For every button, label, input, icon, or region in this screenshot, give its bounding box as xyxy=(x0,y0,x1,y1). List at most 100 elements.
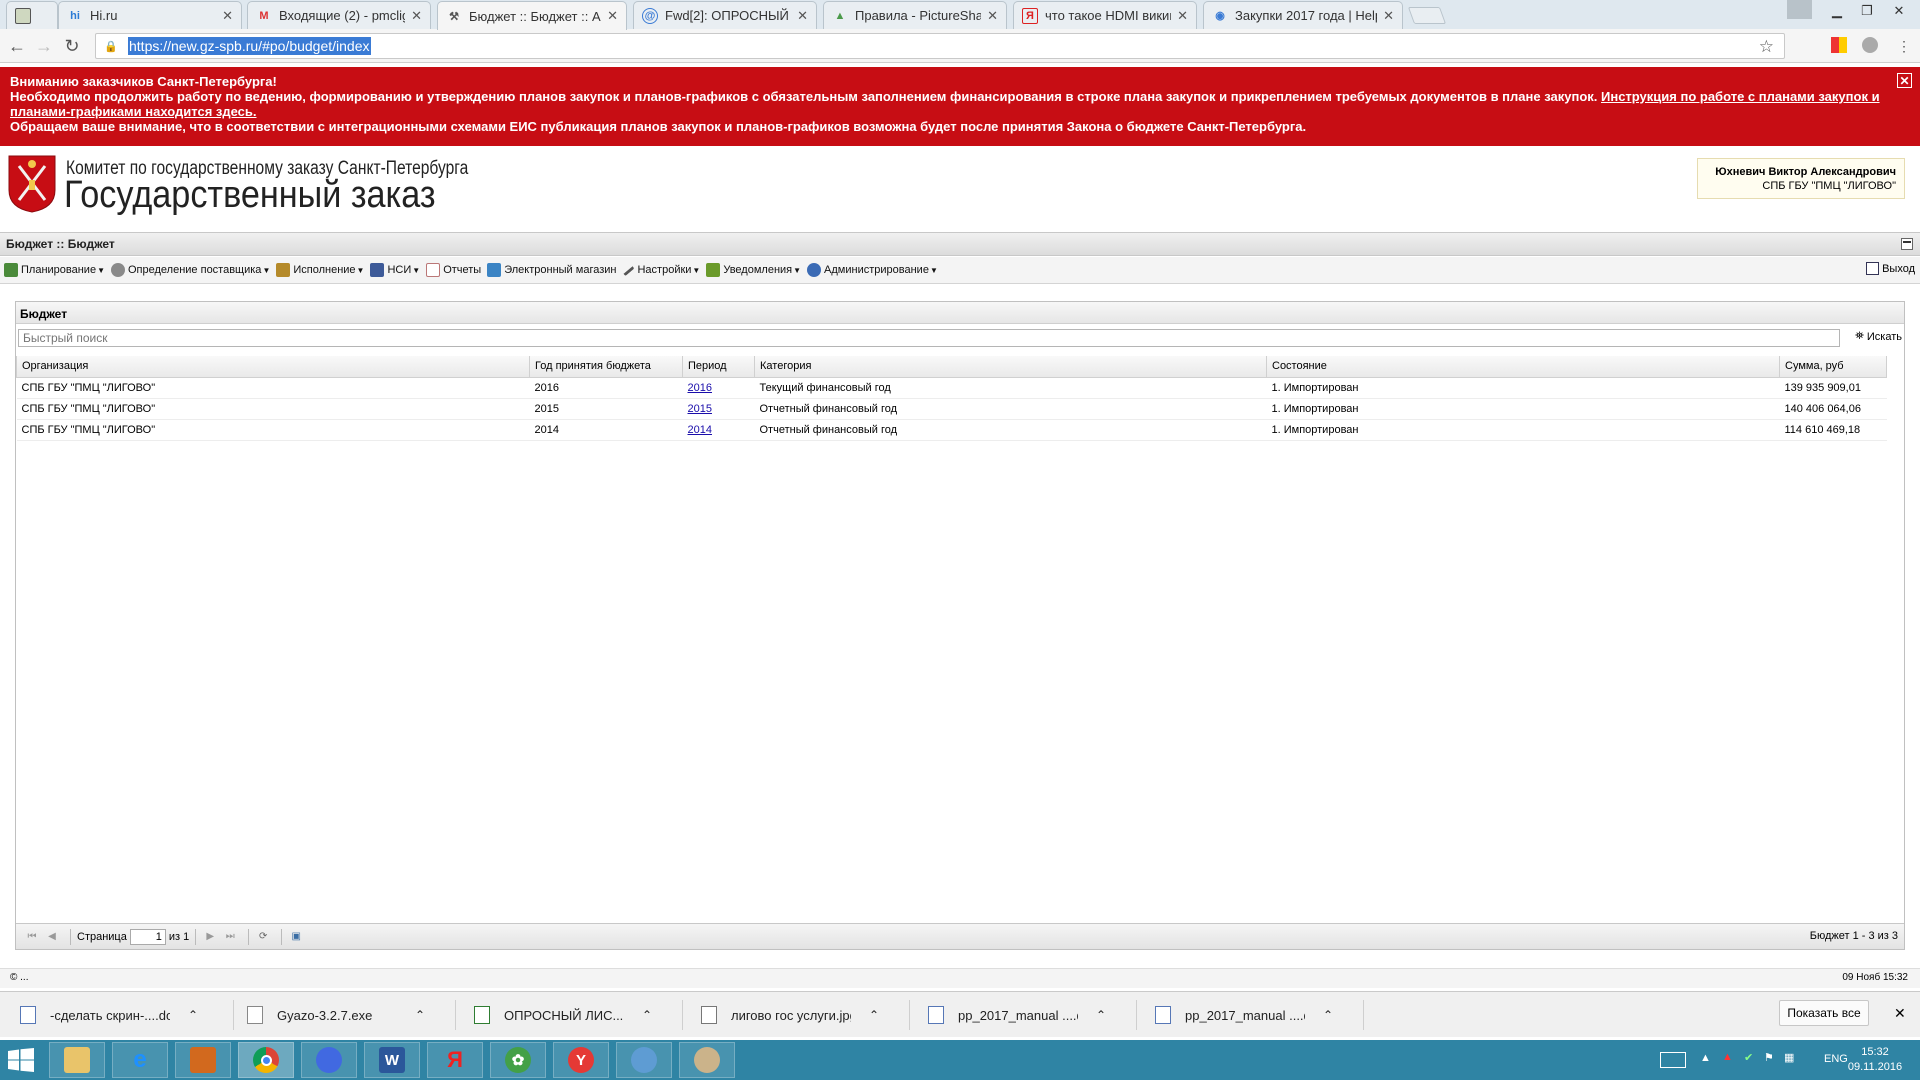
period-link[interactable]: 2014 xyxy=(688,424,712,436)
picture-icon: ▲ xyxy=(834,9,846,22)
column-header[interactable]: Состояние xyxy=(1266,356,1780,378)
close-icon[interactable]: ✕ xyxy=(1894,1005,1906,1022)
menu-administration[interactable]: Администрирование ▼ xyxy=(807,263,938,277)
chrome-icon[interactable] xyxy=(238,1042,294,1078)
table-row[interactable]: СПБ ГБУ "ПМЦ "ЛИГОВО" 2014 2014 Отчетный… xyxy=(16,419,1887,441)
close-icon[interactable]: ✕ xyxy=(222,8,233,24)
icq-icon[interactable]: ✿ xyxy=(490,1042,546,1078)
tab-budget[interactable]: ⚒ Бюджет :: Бюджет :: АИС ✕ xyxy=(437,1,627,30)
cell-state: 1. Импортирован xyxy=(1266,398,1780,420)
menu-icon[interactable]: ⋮ xyxy=(1893,35,1915,57)
chevron-up-icon[interactable]: ⌃ xyxy=(869,1008,879,1022)
table-row[interactable]: СПБ ГБУ "ПМЦ "ЛИГОВО" 2015 2015 Отчетный… xyxy=(16,398,1887,420)
download-item[interactable]: -сделать скрин-....docx ⌃ xyxy=(20,1000,234,1030)
user-info[interactable]: Юхневич Виктор Александрович СПБ ГБУ "ПМ… xyxy=(1697,158,1905,199)
next-page-icon[interactable]: ▶ xyxy=(202,929,218,945)
page-number-input[interactable]: 1 xyxy=(129,928,166,945)
url-text[interactable]: https://new.gz-spb.ru/#po/budget/index xyxy=(128,37,371,55)
tab-inbox[interactable]: M Входящие (2) - pmcligo ✕ xyxy=(247,1,431,29)
sync-icon[interactable]: ✔ xyxy=(1744,1051,1753,1064)
bookmark-star-icon[interactable]: ☆ xyxy=(1759,37,1774,57)
menu-planning[interactable]: Планирование ▼ xyxy=(4,263,105,277)
new-tab-button[interactable] xyxy=(1407,7,1447,24)
menu-nsi[interactable]: НСИ ▼ xyxy=(370,263,420,277)
network-icon[interactable]: ▦ xyxy=(1784,1051,1794,1064)
download-item[interactable]: pp_2017_manual ....docx ⌃ xyxy=(928,1000,1137,1030)
exit-button[interactable]: Выход xyxy=(1866,262,1915,275)
tab-fwd[interactable]: @ Fwd[2]: ОПРОСНЫЙ ЛИС ✕ xyxy=(633,1,817,29)
app-icon[interactable] xyxy=(175,1042,231,1078)
word-icon[interactable]: W xyxy=(364,1042,420,1078)
refresh-icon[interactable]: ⟳ xyxy=(255,929,271,945)
audio-icon[interactable] xyxy=(301,1042,357,1078)
close-window-button[interactable]: ✕ xyxy=(1882,0,1916,22)
close-icon[interactable]: ✕ xyxy=(1383,8,1394,24)
close-icon[interactable]: ✕ xyxy=(411,8,422,24)
download-item[interactable]: ОПРОСНЫЙ ЛИС....xlsx ⌃ xyxy=(474,1000,683,1030)
first-page-icon[interactable]: ⏮ xyxy=(24,929,40,945)
keyboard-icon[interactable] xyxy=(1660,1052,1686,1068)
explorer-icon[interactable] xyxy=(49,1042,105,1078)
minimize-button[interactable]: ▁ xyxy=(1822,0,1852,22)
extension-icon[interactable] xyxy=(1831,37,1847,53)
chevron-up-icon[interactable]: ▲ xyxy=(1700,1052,1711,1064)
download-item[interactable]: лигово гос услуги.jpg ⌃ xyxy=(701,1000,910,1030)
clock[interactable]: 15:32 09.11.2016 xyxy=(1840,1045,1910,1075)
tab-hi-ru[interactable]: hi Hi.ru ✕ xyxy=(58,1,242,29)
ie-icon[interactable]: e xyxy=(112,1042,168,1078)
menu-notifications[interactable]: Уведомления ▼ xyxy=(706,263,801,277)
table-row[interactable]: СПБ ГБУ "ПМЦ "ЛИГОВО" 2016 2016 Текущий … xyxy=(16,377,1887,399)
show-all-button[interactable]: Показать все xyxy=(1779,1000,1869,1026)
menu-supplier[interactable]: Определение поставщика ▼ xyxy=(111,263,270,277)
menu-execution[interactable]: Исполнение ▼ xyxy=(276,263,364,277)
save-icon[interactable]: ▣ xyxy=(288,929,304,945)
close-icon[interactable]: ✕ xyxy=(1897,73,1912,88)
tab-pictureshack[interactable]: ▲ Правила - PictureShack ✕ xyxy=(823,1,1007,29)
warning-icon[interactable]: ▲ xyxy=(1722,1051,1733,1063)
chevron-up-icon[interactable]: ⌃ xyxy=(188,1008,198,1022)
extension-icon[interactable] xyxy=(1862,37,1878,53)
search-button[interactable]: ⛯ Искать xyxy=(1855,330,1902,343)
url-input[interactable]: 🔒 https://new.gz-spb.ru/#po/budget/index… xyxy=(95,33,1785,59)
chevron-up-icon[interactable]: ⌃ xyxy=(415,1008,425,1022)
column-header[interactable]: Год принятия бюджета xyxy=(529,356,683,378)
forward-icon[interactable]: → xyxy=(33,35,55,57)
close-icon[interactable]: ✕ xyxy=(987,8,998,24)
back-icon[interactable]: ← xyxy=(6,35,28,57)
download-item[interactable]: pp_2017_manual ....docx ⌃ xyxy=(1155,1000,1364,1030)
app-icon[interactable] xyxy=(616,1042,672,1078)
search-input[interactable] xyxy=(18,329,1840,347)
period-link[interactable]: 2015 xyxy=(688,403,712,415)
menu-settings[interactable]: Настройки ▼ xyxy=(621,263,700,277)
close-icon[interactable]: ✕ xyxy=(607,8,618,24)
period-link[interactable]: 2016 xyxy=(688,382,712,394)
prev-page-icon[interactable]: ◀ xyxy=(44,929,60,945)
column-header[interactable]: Период xyxy=(682,356,755,378)
tab-pinned[interactable] xyxy=(6,1,58,29)
download-item[interactable]: Gyazo-3.2.7.exe ⌃ xyxy=(247,1000,456,1030)
menu-eshop[interactable]: Электронный магазин xyxy=(487,263,616,277)
profile-icon[interactable] xyxy=(1787,0,1812,19)
yandex-icon[interactable]: Я xyxy=(427,1042,483,1078)
close-icon[interactable]: ✕ xyxy=(1177,8,1188,24)
close-icon[interactable]: ✕ xyxy=(797,8,808,24)
tab-hdmi[interactable]: Я что такое HDMI википе ✕ xyxy=(1013,1,1197,29)
paint-icon[interactable] xyxy=(679,1042,735,1078)
tab-zakupki[interactable]: ◉ Закупки 2017 года | Help ✕ xyxy=(1203,1,1403,29)
restore-button[interactable]: ❐ xyxy=(1852,0,1882,22)
menu-reports[interactable]: Отчеты xyxy=(426,263,481,277)
column-header[interactable]: Сумма, руб xyxy=(1779,356,1887,378)
yandex-browser-icon[interactable]: Y xyxy=(553,1042,609,1078)
collapse-icon[interactable] xyxy=(1901,238,1913,250)
column-header[interactable]: Организация xyxy=(16,356,530,378)
gears-icon xyxy=(111,263,125,277)
windows-start-icon[interactable] xyxy=(8,1048,34,1072)
chevron-up-icon[interactable]: ⌃ xyxy=(642,1008,652,1022)
reload-icon[interactable]: ↻ xyxy=(61,35,83,57)
flag-icon[interactable]: ⚑ xyxy=(1764,1051,1774,1064)
shop-icon xyxy=(487,263,502,277)
column-header[interactable]: Категория xyxy=(754,356,1267,378)
chevron-up-icon[interactable]: ⌃ xyxy=(1323,1008,1333,1022)
last-page-icon[interactable]: ⏭ xyxy=(222,929,238,945)
chevron-up-icon[interactable]: ⌃ xyxy=(1096,1008,1106,1022)
